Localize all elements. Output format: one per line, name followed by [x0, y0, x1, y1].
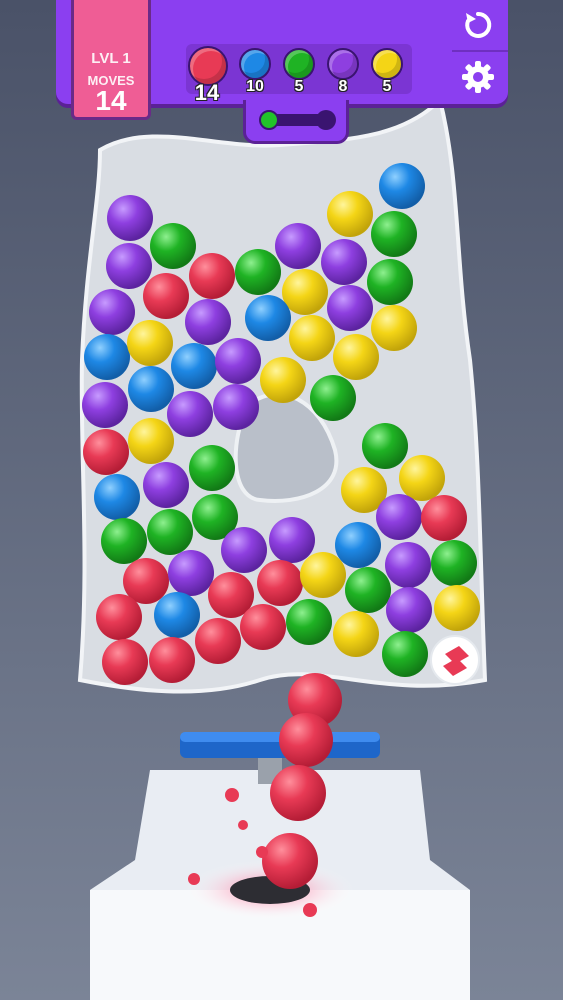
board-ball [94, 474, 140, 520]
board-ball [83, 429, 129, 475]
progress-marker [259, 110, 279, 130]
board-ball [154, 592, 200, 638]
settings-button[interactable] [453, 52, 503, 102]
board-ball [89, 289, 135, 335]
board-ball [335, 522, 381, 568]
board-ball [269, 517, 315, 563]
board-ball [189, 445, 235, 491]
board-ball [289, 315, 335, 361]
level-label: LVL 1 [91, 50, 131, 67]
board-ball [128, 366, 174, 412]
goal-green: 5 [280, 44, 318, 95]
moves-value: 14 [95, 85, 127, 116]
goal-red-count: 14 [194, 80, 220, 105]
level-panel: LVL 1 MOVES 14 [71, 0, 151, 120]
green-ball-icon [283, 48, 315, 80]
board-ball [221, 527, 267, 573]
yellow-ball-icon [371, 48, 403, 80]
board-ball [321, 239, 367, 285]
board-ball [386, 587, 432, 633]
board-ball [371, 211, 417, 257]
board-ball [282, 269, 328, 315]
board-ball [82, 382, 128, 428]
board-ball [376, 494, 422, 540]
board-ball [84, 334, 130, 380]
gear-icon [462, 61, 494, 93]
board-ball [143, 273, 189, 319]
board-ball [150, 223, 196, 269]
board-ball [371, 305, 417, 351]
level-progress [243, 100, 349, 144]
board-ball [431, 540, 477, 586]
board-ball [215, 338, 261, 384]
board-ball [149, 637, 195, 683]
goal-purple-count: 8 [338, 78, 348, 95]
board-ball [128, 418, 174, 464]
board-ball [333, 334, 379, 380]
board-ball [286, 599, 332, 645]
board-ball [300, 552, 346, 598]
board-ball [257, 560, 303, 606]
board-ball [102, 639, 148, 685]
goal-blue-count: 10 [246, 78, 264, 95]
board-ball [434, 585, 480, 631]
board-ball [106, 243, 152, 289]
goal-blue: 10 [236, 44, 274, 95]
goal-red: 14 [188, 44, 228, 105]
board-ball [310, 375, 356, 421]
board-ball [171, 343, 217, 389]
restart-icon [465, 11, 492, 38]
goal-yellow: 5 [368, 44, 406, 95]
board-ball [96, 594, 142, 640]
board-ball [167, 391, 213, 437]
board-ball [195, 618, 241, 664]
blue-ball-icon [239, 48, 271, 80]
board-ball [127, 320, 173, 366]
board-ball [143, 462, 189, 508]
board-ball [327, 191, 373, 237]
board-ball [421, 495, 467, 541]
board-ball [275, 223, 321, 269]
board-ball [245, 295, 291, 341]
goal-counters: 14 10 5 8 5 [186, 44, 412, 105]
board-ball [399, 455, 445, 501]
goal-yellow-count: 5 [382, 78, 392, 95]
board-ball [385, 542, 431, 588]
board-ball [213, 384, 259, 430]
progress-end [316, 110, 336, 130]
board-ball [101, 518, 147, 564]
board-ball [185, 299, 231, 345]
board-ball [240, 604, 286, 650]
board-ball [327, 285, 373, 331]
game-board [0, 0, 563, 1000]
goal-green-count: 5 [294, 78, 304, 95]
board-ball [260, 357, 306, 403]
board-ball [345, 567, 391, 613]
moves-label: MOVES [87, 73, 135, 88]
board-ball [107, 195, 153, 241]
board-ball [333, 611, 379, 657]
board-ball [379, 163, 425, 209]
board-ball [189, 253, 235, 299]
bonus-ball [430, 635, 480, 685]
board-ball [235, 249, 281, 295]
board-ball [367, 259, 413, 305]
board-ball [147, 509, 193, 555]
restart-button[interactable] [453, 0, 503, 50]
board-ball [362, 423, 408, 469]
purple-ball-icon [327, 48, 359, 80]
board-ball [382, 631, 428, 677]
goal-purple: 8 [324, 44, 362, 95]
board-ball [168, 550, 214, 596]
